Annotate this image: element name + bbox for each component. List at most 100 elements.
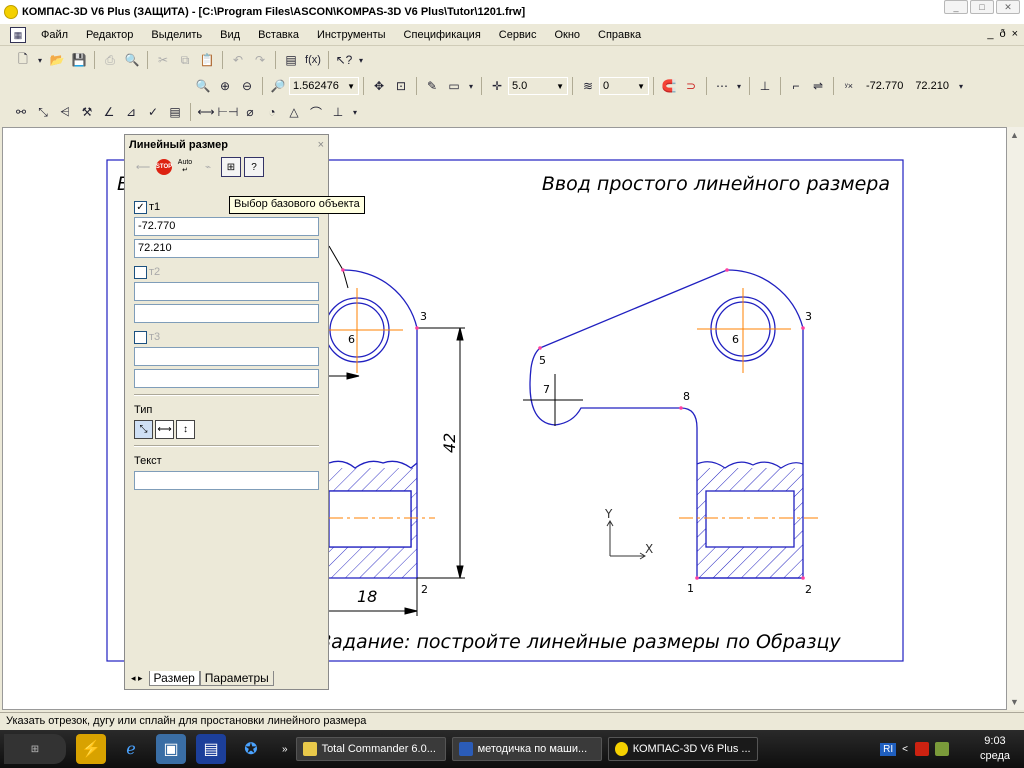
radial-dim-icon[interactable]: ◔: [262, 102, 282, 122]
parametrization-icon[interactable]: ∠: [99, 102, 119, 122]
taskbar-item-kompas[interactable]: КОМПАС-3D V6 Plus ...: [607, 737, 758, 761]
panel-close-button[interactable]: ×: [318, 139, 324, 151]
quicklaunch-floppy-icon[interactable]: ▤: [196, 734, 226, 764]
arc-dim-icon[interactable]: ⌒: [306, 102, 326, 122]
layer-combo[interactable]: 0 ▼: [599, 77, 649, 95]
point2-checkbox[interactable]: [134, 265, 147, 279]
new-dropdown-icon[interactable]: ▾: [35, 50, 45, 70]
paste-icon[interactable]: 📋: [197, 50, 217, 70]
round-coords-icon[interactable]: ⇌: [808, 76, 828, 96]
zoom-combo[interactable]: 1.562476 ▼: [289, 77, 359, 95]
geometry-icon[interactable]: ⚯: [11, 102, 31, 122]
dims-dropdown-icon[interactable]: ▾: [350, 102, 360, 122]
menu-specification[interactable]: Спецификация: [395, 29, 490, 41]
linear-dim-chain-icon[interactable]: ⊢⊣: [218, 102, 239, 122]
mdi-minimize-button[interactable]: _: [987, 28, 993, 40]
kompas-app-icon[interactable]: [4, 5, 18, 19]
point1-x-field[interactable]: -72.770: [134, 217, 319, 236]
save-icon[interactable]: 💾: [69, 50, 89, 70]
antivirus-tray-icon[interactable]: [914, 742, 929, 756]
help-dropdown-icon[interactable]: ▾: [356, 50, 366, 70]
help-pointer-icon[interactable]: ↖?: [334, 50, 354, 70]
tray-expand-icon[interactable]: <: [902, 744, 908, 755]
menu-editor[interactable]: Редактор: [77, 29, 142, 41]
pan-icon[interactable]: ✥: [369, 76, 389, 96]
menu-service[interactable]: Сервис: [490, 29, 546, 41]
zoom-out-icon[interactable]: ⊖: [237, 76, 257, 96]
menu-select[interactable]: Выделить: [142, 29, 211, 41]
undo-icon[interactable]: ↶: [228, 50, 248, 70]
quicklaunch-desktop-icon[interactable]: ▣: [156, 734, 186, 764]
maximize-button[interactable]: □: [970, 0, 994, 14]
spec-tools-icon[interactable]: ▤: [165, 102, 185, 122]
point3-checkbox[interactable]: [134, 330, 147, 344]
ortho-icon[interactable]: ⌐: [786, 76, 806, 96]
select-tools-icon[interactable]: ✓: [143, 102, 163, 122]
measure-icon[interactable]: ⊿: [121, 102, 141, 122]
tab-parameters[interactable]: Параметры: [199, 670, 274, 686]
redo-icon[interactable]: ↷: [250, 50, 270, 70]
quicklaunch-total-commander-icon[interactable]: ⚡: [76, 734, 106, 764]
dimensions-icon[interactable]: ⤡: [33, 102, 53, 122]
open-folder-icon[interactable]: 📂: [47, 50, 67, 70]
taskbar-item-total-commander[interactable]: Total Commander 6.0...: [295, 737, 446, 761]
dimension-text-field[interactable]: [134, 471, 319, 490]
type-parallel-icon[interactable]: ⤡: [134, 420, 153, 439]
local-snap-icon[interactable]: ⊃: [681, 76, 701, 96]
tabs-scroll-icon[interactable]: ◂ ▸: [131, 673, 143, 684]
scroll-up-icon[interactable]: ▲: [1010, 130, 1019, 140]
stop-button[interactable]: STOP: [156, 159, 172, 175]
menu-window[interactable]: Окно: [545, 29, 589, 41]
quicklaunch-app-icon[interactable]: ✪: [236, 734, 266, 764]
function-icon[interactable]: f(x): [303, 50, 323, 70]
point3-y-field[interactable]: [134, 369, 319, 388]
start-button[interactable]: ⊞: [4, 734, 66, 764]
angular-dim-icon[interactable]: △: [284, 102, 304, 122]
step-cursor-icon[interactable]: ✛: [487, 76, 507, 96]
point3-x-field[interactable]: [134, 347, 319, 366]
grid-icon[interactable]: ⋯: [712, 76, 732, 96]
new-document-icon[interactable]: 🗋: [13, 50, 33, 70]
cut-icon[interactable]: ✂: [153, 50, 173, 70]
display-mode-icon[interactable]: ▭: [444, 76, 464, 96]
menu-file[interactable]: Файл: [32, 29, 77, 41]
create-object-icon[interactable]: ⌁: [198, 157, 218, 177]
copy-icon[interactable]: ⧉: [175, 50, 195, 70]
language-indicator[interactable]: RI: [880, 742, 897, 756]
clock[interactable]: 9:03 среда: [980, 734, 1010, 764]
print-preview-icon[interactable]: 🔍: [122, 50, 142, 70]
quicklaunch-more-icon[interactable]: »: [282, 744, 288, 755]
print-icon[interactable]: ⎙: [100, 50, 120, 70]
layers-icon[interactable]: ≋: [578, 76, 598, 96]
scroll-down-icon[interactable]: ▼: [1010, 697, 1019, 707]
grid-dropdown-icon[interactable]: ▾: [734, 76, 744, 96]
local-cs-icon[interactable]: ⊥: [755, 76, 775, 96]
zoom-dropdown-icon[interactable]: ▼: [347, 82, 355, 91]
properties-brush-icon[interactable]: ✎: [422, 76, 442, 96]
menu-help[interactable]: Справка: [589, 29, 650, 41]
edit-icon[interactable]: ⚒: [77, 102, 97, 122]
menu-view[interactable]: Вид: [211, 29, 249, 41]
minimize-button[interactable]: _: [944, 0, 968, 14]
zoom-window-icon[interactable]: 🔍: [193, 76, 213, 96]
close-button[interactable]: ✕: [996, 0, 1020, 14]
point1-checkbox[interactable]: ✓: [134, 200, 147, 214]
height-mark-icon[interactable]: ⊥: [328, 102, 348, 122]
mdi-close-button[interactable]: ×: [1012, 28, 1018, 40]
tab-size[interactable]: Размер: [148, 670, 200, 686]
fit-all-icon[interactable]: ⊡: [391, 76, 411, 96]
display-dropdown-icon[interactable]: ▾: [466, 76, 476, 96]
step-combo[interactable]: 5.0 ▼: [508, 77, 568, 95]
network-tray-icon[interactable]: [934, 742, 949, 756]
point1-y-field[interactable]: 72.210: [134, 239, 319, 258]
step-dropdown-icon[interactable]: ▼: [556, 82, 564, 91]
snap-magnet-icon[interactable]: 🧲: [659, 76, 679, 96]
type-vertical-icon[interactable]: ↕: [176, 420, 195, 439]
auto-create-button[interactable]: Auto ↵: [175, 157, 195, 177]
quicklaunch-ie-icon[interactable]: ℯ: [116, 734, 146, 764]
coords-dropdown-icon[interactable]: ▾: [956, 76, 966, 96]
help-icon[interactable]: ?: [244, 157, 264, 177]
variables-icon[interactable]: ▤: [281, 50, 301, 70]
symbols-icon[interactable]: ⩤: [55, 102, 75, 122]
document-icon[interactable]: ▦: [10, 26, 26, 43]
